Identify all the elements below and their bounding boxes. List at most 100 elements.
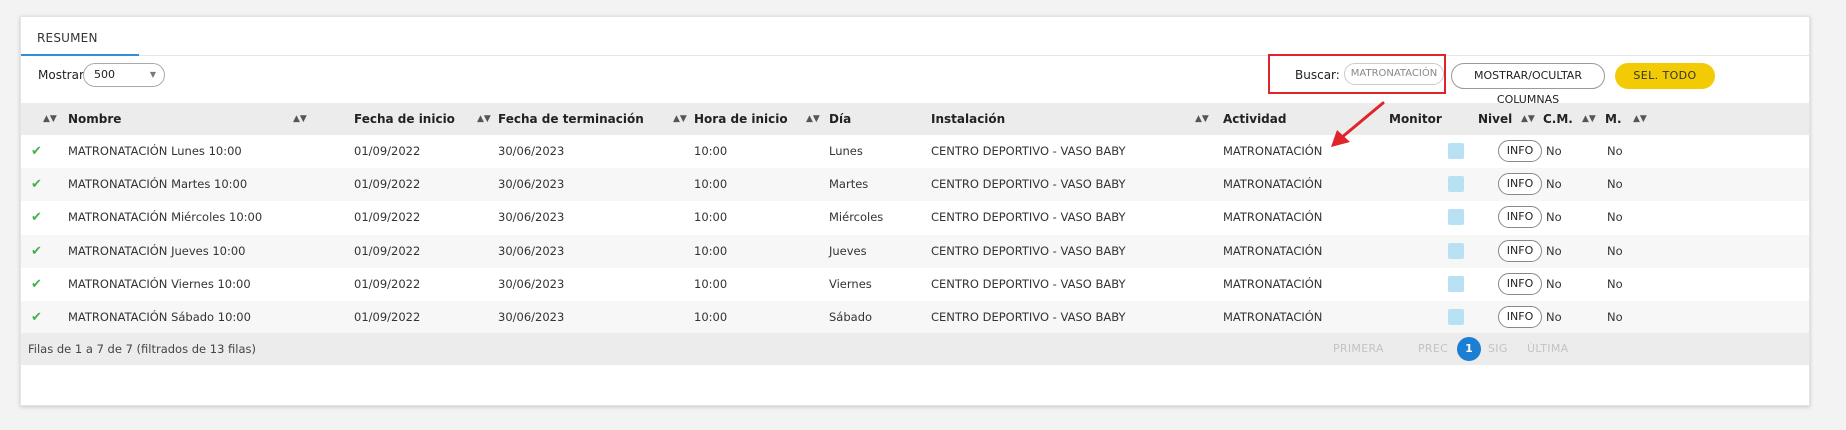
active-tab-indicator	[21, 54, 139, 56]
cell-m: No	[1607, 177, 1623, 192]
cell-fecha-terminacion: 30/06/2023	[498, 243, 565, 258]
sort-arrows-icon[interactable]: ▲▼	[673, 103, 687, 135]
show-entries-label: Mostrar	[38, 68, 84, 82]
column-header-cm[interactable]: C.M.	[1543, 103, 1573, 135]
pagination-next[interactable]: SIG	[1488, 333, 1508, 365]
cell-actividad: MATRONATACIÓN	[1223, 243, 1323, 258]
search-label: Buscar:	[1295, 68, 1340, 82]
column-header-dia[interactable]: Día	[829, 103, 851, 135]
table-row[interactable]: ✔ MATRONATACIÓN Viernes 10:00 01/09/2022 30…	[21, 268, 1809, 301]
cell-m: No	[1607, 243, 1623, 258]
cell-hora-inicio: 10:00	[694, 177, 728, 192]
sort-arrows-icon[interactable]: ▲▼	[1521, 103, 1535, 135]
check-icon: ✔	[31, 177, 42, 193]
cell-dia: Lunes	[829, 144, 863, 158]
column-header-monitor[interactable]: Monitor	[1389, 103, 1442, 135]
cell-m: No	[1607, 144, 1623, 158]
cell-instalacion: CENTRO DEPORTIVO - VASO BABY	[931, 144, 1126, 158]
info-button[interactable]: INFO	[1498, 306, 1542, 328]
table-row[interactable]: ✔ MATRONATACIÓN Lunes 10:00 01/09/2022 30/0…	[21, 135, 1809, 168]
cell-nombre: MATRONATACIÓN Miércoles 10:00	[68, 210, 263, 225]
cell-hora-inicio: 10:00	[694, 276, 728, 291]
color-swatch	[1448, 275, 1464, 292]
cell-dia: Sábado	[829, 310, 873, 324]
rows-info: Filas de 1 a 7 de 7 (filtrados de 13 fil…	[28, 342, 257, 356]
info-button[interactable]: INFO	[1498, 272, 1542, 295]
cell-dia: Jueves	[829, 243, 867, 258]
table-row[interactable]: ✔ MATRONATACIÓN Sábado 10:00 01/09/2022 30/…	[21, 301, 1809, 334]
column-header-nivel[interactable]: Nivel	[1478, 103, 1512, 135]
page-size-select[interactable]: 500 ▼	[83, 63, 165, 87]
sort-arrows-icon[interactable]: ▲▼	[293, 103, 307, 135]
tab-resumen[interactable]: RESUMEN	[37, 31, 98, 45]
cell-cm: No	[1546, 144, 1562, 158]
select-all-button[interactable]: SEL. TODO	[1615, 63, 1715, 89]
check-icon: ✔	[31, 276, 42, 292]
cell-nombre: MATRONATACIÓN Sábado 10:00	[68, 310, 251, 324]
check-icon: ✔	[31, 310, 42, 325]
cell-hora-inicio: 10:00	[694, 243, 728, 258]
cell-cm: No	[1546, 243, 1562, 258]
cell-m: No	[1607, 276, 1623, 291]
cell-dia: Miércoles	[829, 210, 884, 225]
column-header-fecha-terminacion[interactable]: Fecha de terminación	[498, 103, 644, 135]
sort-arrows-icon[interactable]: ▲▼	[43, 103, 57, 135]
cell-fecha-terminacion: 30/06/2023	[498, 177, 565, 192]
cell-fecha-inicio: 01/09/2022	[354, 276, 421, 291]
cell-cm: No	[1546, 276, 1562, 291]
cell-instalacion: CENTRO DEPORTIVO - VASO BABY	[931, 177, 1126, 192]
sort-arrows-icon[interactable]: ▲▼	[1195, 103, 1209, 135]
check-icon: ✔	[31, 210, 42, 226]
sort-arrows-icon[interactable]: ▲▼	[806, 103, 820, 135]
cell-hora-inicio: 10:00	[694, 210, 728, 225]
table-row[interactable]: ✔ MATRONATACIÓN Jueves 10:00 01/09/2022 30/…	[21, 234, 1809, 268]
cell-fecha-inicio: 01/09/2022	[354, 210, 421, 225]
column-header-instalacion[interactable]: Instalación	[931, 103, 1005, 135]
sort-arrows-icon[interactable]: ▲▼	[477, 103, 491, 135]
cell-fecha-terminacion: 30/06/2023	[498, 276, 565, 291]
table-footer: Filas de 1 a 7 de 7 (filtrados de 13 fil…	[21, 333, 1809, 365]
table-row[interactable]: ✔ MATRONATACIÓN Miércoles 10:00 01/09/2022…	[21, 201, 1809, 234]
pagination-first[interactable]: PRIMERA	[1333, 333, 1384, 365]
check-icon: ✔	[31, 144, 42, 159]
check-icon: ✔	[31, 243, 42, 259]
table-row[interactable]: ✔ MATRONATACIÓN Martes 10:00 01/09/2022 30/…	[21, 168, 1809, 202]
cell-fecha-inicio: 01/09/2022	[354, 310, 421, 324]
cell-fecha-terminacion: 30/06/2023	[498, 144, 565, 158]
info-button[interactable]: INFO	[1498, 206, 1542, 229]
color-swatch	[1448, 309, 1464, 325]
column-header-fecha-inicio[interactable]: Fecha de inicio	[354, 103, 455, 135]
cell-actividad: MATRONATACIÓN	[1223, 177, 1323, 192]
search-input[interactable]	[1344, 63, 1444, 85]
pagination-last[interactable]: ÚLTIMA	[1527, 333, 1568, 365]
sort-arrows-icon[interactable]: ▲▼	[1582, 103, 1596, 135]
color-swatch	[1448, 209, 1464, 226]
info-button[interactable]: INFO	[1498, 140, 1542, 162]
cell-nombre: MATRONATACIÓN Jueves 10:00	[68, 243, 246, 258]
cell-m: No	[1607, 210, 1623, 225]
cell-dia: Martes	[829, 177, 869, 192]
pagination-current-page[interactable]: 1	[1457, 337, 1481, 361]
color-swatch	[1448, 176, 1464, 193]
column-header-m[interactable]: M.	[1605, 103, 1622, 135]
cell-cm: No	[1546, 210, 1562, 225]
cell-nombre: MATRONATACIÓN Viernes 10:00	[68, 276, 251, 291]
toggle-columns-button[interactable]: MOSTRAR/OCULTAR COLUMNAS	[1451, 63, 1605, 106]
sort-arrows-icon[interactable]: ▲▼	[1633, 103, 1647, 135]
cell-fecha-terminacion: 30/06/2023	[498, 210, 565, 225]
cell-instalacion: CENTRO DEPORTIVO - VASO BABY	[931, 310, 1126, 324]
info-button[interactable]: INFO	[1498, 173, 1542, 196]
cell-actividad: MATRONATACIÓN	[1223, 276, 1323, 291]
cell-fecha-inicio: 01/09/2022	[354, 144, 421, 158]
pagination-prev[interactable]: PREC	[1418, 333, 1448, 365]
info-button[interactable]: INFO	[1498, 239, 1542, 262]
cell-fecha-terminacion: 30/06/2023	[498, 310, 565, 324]
cell-cm: No	[1546, 177, 1562, 192]
column-header-nombre[interactable]: Nombre	[68, 103, 121, 135]
cell-instalacion: CENTRO DEPORTIVO - VASO BABY	[931, 276, 1126, 291]
caret-down-icon: ▼	[149, 70, 156, 79]
column-header-actividad[interactable]: Actividad	[1223, 103, 1286, 135]
column-header-hora-inicio[interactable]: Hora de inicio	[694, 103, 788, 135]
cell-instalacion: CENTRO DEPORTIVO - VASO BABY	[931, 243, 1126, 258]
cell-nombre: MATRONATACIÓN Martes 10:00	[68, 177, 248, 192]
